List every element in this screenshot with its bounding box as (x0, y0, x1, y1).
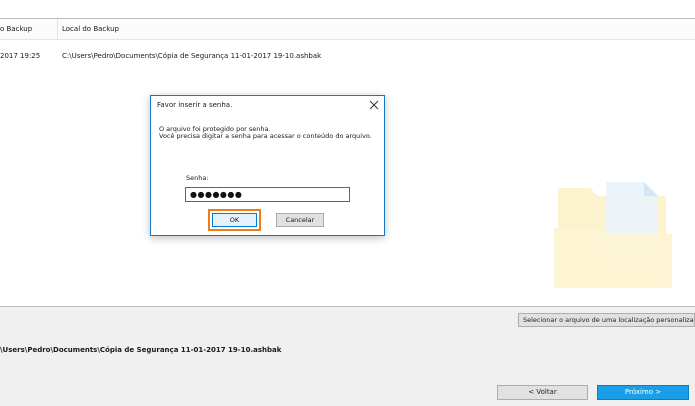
cancel-button[interactable]: Cancelar (276, 213, 324, 227)
dialog-title: Favor inserir a senha. (157, 101, 233, 109)
selected-file-path: \Users\Pedro\Documents\Cópia de Seguranç… (0, 346, 282, 354)
table-header: o Backup Local do Backup (0, 19, 695, 40)
ok-button[interactable]: OK (212, 213, 257, 227)
column-header-backup-location[interactable]: Local do Backup (62, 25, 119, 33)
password-dialog: Favor inserir a senha. O arquivo foi pro… (150, 95, 385, 236)
folder-illustration (554, 182, 672, 288)
row-location: C:\Users\Pedro\Documents\Cópia de Segura… (62, 52, 322, 60)
password-label: Senha: (186, 174, 209, 182)
password-input[interactable]: ●●●●●●● (185, 187, 350, 202)
column-header-backup-date[interactable]: o Backup (0, 25, 32, 33)
close-icon[interactable] (367, 98, 381, 112)
next-button[interactable]: Próximo > (597, 385, 689, 400)
column-divider[interactable] (57, 19, 58, 39)
back-button[interactable]: < Voltar (497, 385, 588, 400)
select-custom-location-button[interactable]: Selecionar o arquivo de uma localização … (518, 313, 695, 327)
top-strip (0, 0, 695, 19)
dialog-message-line2: Você precisa digitar a senha para acessa… (159, 132, 372, 140)
row-date: 2017 19:25 (0, 52, 41, 60)
